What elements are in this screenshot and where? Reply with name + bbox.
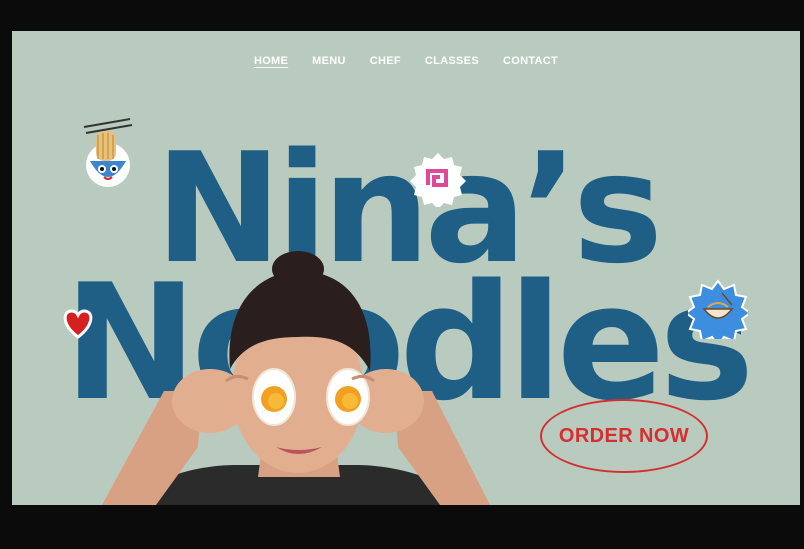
main-nav: HOME MENU CHEF CLASSES CONTACT — [12, 55, 800, 67]
window-top-bar — [0, 0, 804, 31]
heart-icon — [63, 309, 93, 339]
nav-chef[interactable]: CHEF — [370, 55, 401, 67]
chef-photo — [102, 251, 490, 505]
nav-menu[interactable]: MENU — [312, 55, 346, 67]
window-bottom-bar — [0, 505, 804, 549]
ramen-bowl-badge-icon — [688, 279, 748, 339]
order-now-button[interactable]: ORDER NOW — [540, 399, 708, 473]
noodle-bowl-icon — [83, 118, 133, 187]
nav-classes[interactable]: CLASSES — [425, 55, 479, 67]
website-hero: HOME MENU CHEF CLASSES CONTACT Nina’s No… — [12, 31, 800, 505]
nav-contact[interactable]: CONTACT — [503, 55, 558, 67]
naruto-fishcake-icon — [410, 153, 466, 207]
nav-home[interactable]: HOME — [254, 55, 288, 67]
order-now-label: ORDER NOW — [558, 424, 690, 447]
